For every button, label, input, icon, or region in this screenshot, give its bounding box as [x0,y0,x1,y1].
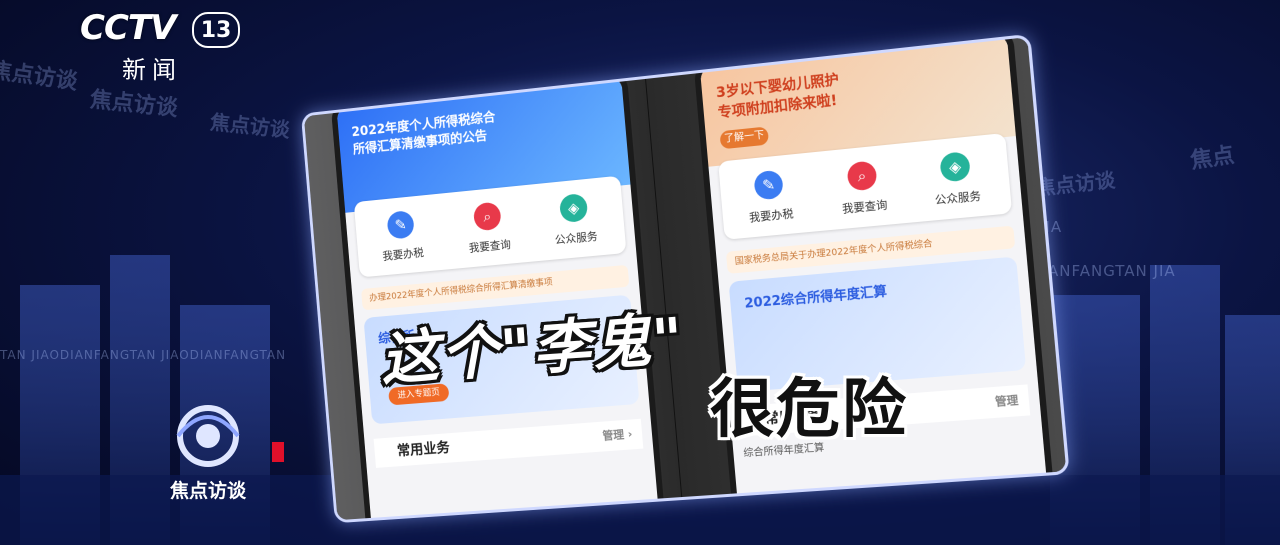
watermark-text: 焦点访谈 [88,87,179,122]
service-label: 我要办税 [382,246,425,263]
service-query[interactable]: ⌕ 我要查询 [820,158,907,219]
program-name: 焦点访谈 [170,480,247,502]
shield-icon: ◈ [558,192,589,224]
roll-text: TAN JIAODIANFANGTAN JIAODIANFANGTAN [0,348,287,362]
banner-title: 3岁以下婴幼儿照护 专项附加扣除来啦! [715,70,841,123]
watermark-text: 焦点 [1188,143,1236,174]
service-public[interactable]: ◈ 公众服务 [534,190,616,249]
service-query[interactable]: ⌕ 我要查询 [448,199,528,257]
service-label: 公众服务 [554,229,599,247]
common-business-header: 常用业务 管理 › [373,418,644,468]
search-icon: ⌕ [846,160,878,192]
search-icon: ⌕ [472,201,502,232]
manage-link[interactable]: 管理 › [601,419,633,451]
service-label: 我要查询 [468,237,512,255]
service-label: 我要办税 [748,207,795,225]
channel-number: 13 [192,12,240,48]
pen-icon: ✎ [753,169,784,201]
shield-icon: ◈ [939,151,971,183]
service-label: 我要查询 [841,198,888,216]
manage-link[interactable]: 管理 [994,385,1020,418]
video-frame: 焦点访谈 焦点访谈 焦点访谈 焦点 焦点访谈 TAN JIAODIANFANGT… [0,0,1280,545]
caption-line-2: 很危险 [710,373,908,447]
channel-subtitle: 新闻 [122,56,182,84]
list-title: 常用业务 [396,440,451,460]
program-red-mark [272,442,284,462]
watermark-text: 焦点访谈 [0,57,79,95]
tv-screen-frame: 2022年度个人所得税综合 所得汇算清缴事项的公告 ✎ 我要办税 ⌕ 我要查询 … [300,33,1070,524]
learn-more-button[interactable]: 了解一下 [719,126,770,150]
promo-title: 2022综合所得年度汇算 [743,284,888,312]
program-emblem-icon [176,405,240,467]
watermark-text: 焦点访谈 [1034,167,1117,201]
service-tax[interactable]: ✎ 我要办税 [362,208,441,266]
pen-icon: ✎ [386,210,415,240]
watermark-text: 焦点访谈 [208,109,291,143]
service-tax[interactable]: ✎ 我要办税 [727,167,812,227]
cctv-13-logo: CCTV 13 新闻 [80,8,250,84]
program-logo: 焦点访谈 [160,400,290,502]
service-public[interactable]: ◈ 公众服务 [912,148,1000,209]
service-label: 公众服务 [934,189,982,207]
channel-logo-text: CCTV [80,8,176,48]
banner-title: 2022年度个人所得税综合 所得汇算清缴事项的公告 [351,109,498,159]
